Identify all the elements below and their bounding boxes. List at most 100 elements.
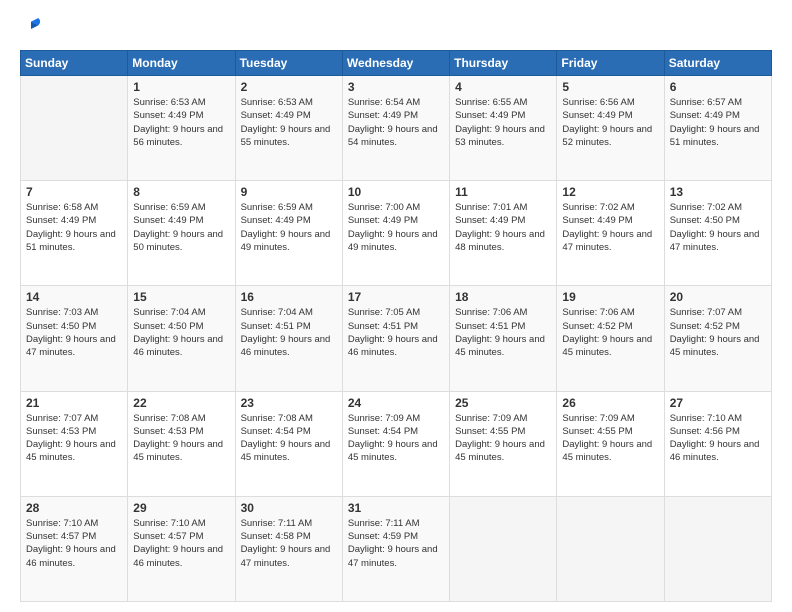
day-number: 6	[670, 80, 766, 94]
day-number: 24	[348, 396, 444, 410]
calendar-cell: 30 Sunrise: 7:11 AMSunset: 4:58 PMDayligh…	[235, 496, 342, 601]
day-info: Sunrise: 7:11 AMSunset: 4:58 PMDaylight:…	[241, 517, 337, 570]
day-info: Sunrise: 7:09 AMSunset: 4:54 PMDaylight:…	[348, 412, 444, 465]
day-number: 2	[241, 80, 337, 94]
calendar-cell: 23 Sunrise: 7:08 AMSunset: 4:54 PMDayligh…	[235, 391, 342, 496]
day-info: Sunrise: 7:07 AMSunset: 4:53 PMDaylight:…	[26, 412, 122, 465]
week-row-4: 21 Sunrise: 7:07 AMSunset: 4:53 PMDayligh…	[21, 391, 772, 496]
week-row-5: 28 Sunrise: 7:10 AMSunset: 4:57 PMDayligh…	[21, 496, 772, 601]
day-header-tuesday: Tuesday	[235, 51, 342, 76]
calendar-cell: 9 Sunrise: 6:59 AMSunset: 4:49 PMDaylight…	[235, 181, 342, 286]
day-number: 25	[455, 396, 551, 410]
day-info: Sunrise: 6:56 AMSunset: 4:49 PMDaylight:…	[562, 96, 658, 149]
day-number: 18	[455, 290, 551, 304]
calendar-cell	[450, 496, 557, 601]
day-info: Sunrise: 7:10 AMSunset: 4:56 PMDaylight:…	[670, 412, 766, 465]
day-info: Sunrise: 7:04 AMSunset: 4:51 PMDaylight:…	[241, 306, 337, 359]
calendar-cell: 15 Sunrise: 7:04 AMSunset: 4:50 PMDayligh…	[128, 286, 235, 391]
day-number: 15	[133, 290, 229, 304]
day-number: 1	[133, 80, 229, 94]
calendar-cell: 6 Sunrise: 6:57 AMSunset: 4:49 PMDaylight…	[664, 76, 771, 181]
day-info: Sunrise: 7:10 AMSunset: 4:57 PMDaylight:…	[133, 517, 229, 570]
day-number: 5	[562, 80, 658, 94]
day-number: 26	[562, 396, 658, 410]
day-number: 28	[26, 501, 122, 515]
day-info: Sunrise: 6:59 AMSunset: 4:49 PMDaylight:…	[241, 201, 337, 254]
day-number: 13	[670, 185, 766, 199]
calendar-cell: 16 Sunrise: 7:04 AMSunset: 4:51 PMDayligh…	[235, 286, 342, 391]
calendar-cell: 29 Sunrise: 7:10 AMSunset: 4:57 PMDayligh…	[128, 496, 235, 601]
day-number: 22	[133, 396, 229, 410]
calendar-cell: 2 Sunrise: 6:53 AMSunset: 4:49 PMDaylight…	[235, 76, 342, 181]
day-info: Sunrise: 7:02 AMSunset: 4:49 PMDaylight:…	[562, 201, 658, 254]
header	[20, 18, 772, 40]
calendar-cell: 19Sunrise: 7:06 AMSunset: 4:52 PMDayligh…	[557, 286, 664, 391]
day-info: Sunrise: 6:59 AMSunset: 4:49 PMDaylight:…	[133, 201, 229, 254]
day-info: Sunrise: 7:08 AMSunset: 4:53 PMDaylight:…	[133, 412, 229, 465]
day-header-monday: Monday	[128, 51, 235, 76]
day-info: Sunrise: 7:11 AMSunset: 4:59 PMDaylight:…	[348, 517, 444, 570]
calendar-cell: 25 Sunrise: 7:09 AMSunset: 4:55 PMDayligh…	[450, 391, 557, 496]
day-info: Sunrise: 7:01 AMSunset: 4:49 PMDaylight:…	[455, 201, 551, 254]
day-number: 14	[26, 290, 122, 304]
day-info: Sunrise: 6:55 AMSunset: 4:49 PMDaylight:…	[455, 96, 551, 149]
day-number: 11	[455, 185, 551, 199]
day-info: Sunrise: 6:57 AMSunset: 4:49 PMDaylight:…	[670, 96, 766, 149]
calendar-cell: 22 Sunrise: 7:08 AMSunset: 4:53 PMDayligh…	[128, 391, 235, 496]
calendar-cell: 28 Sunrise: 7:10 AMSunset: 4:57 PMDayligh…	[21, 496, 128, 601]
page: SundayMondayTuesdayWednesdayThursdayFrid…	[0, 0, 792, 612]
day-number: 9	[241, 185, 337, 199]
calendar-cell: 20 Sunrise: 7:07 AMSunset: 4:52 PMDayligh…	[664, 286, 771, 391]
calendar-table: SundayMondayTuesdayWednesdayThursdayFrid…	[20, 50, 772, 602]
day-number: 17	[348, 290, 444, 304]
calendar-cell: 8Sunrise: 6:59 AMSunset: 4:49 PMDaylight…	[128, 181, 235, 286]
logo	[20, 18, 44, 40]
calendar-cell: 4 Sunrise: 6:55 AMSunset: 4:49 PMDaylight…	[450, 76, 557, 181]
day-info: Sunrise: 7:09 AMSunset: 4:55 PMDaylight:…	[455, 412, 551, 465]
day-number: 10	[348, 185, 444, 199]
calendar-cell: 5 Sunrise: 6:56 AMSunset: 4:49 PMDaylight…	[557, 76, 664, 181]
week-row-3: 14Sunrise: 7:03 AMSunset: 4:50 PMDayligh…	[21, 286, 772, 391]
calendar-cell: 27 Sunrise: 7:10 AMSunset: 4:56 PMDayligh…	[664, 391, 771, 496]
day-header-sunday: Sunday	[21, 51, 128, 76]
day-info: Sunrise: 7:07 AMSunset: 4:52 PMDaylight:…	[670, 306, 766, 359]
calendar-cell: 3Sunrise: 6:54 AMSunset: 4:49 PMDaylight…	[342, 76, 449, 181]
day-number: 12	[562, 185, 658, 199]
day-info: Sunrise: 7:10 AMSunset: 4:57 PMDaylight:…	[26, 517, 122, 570]
day-info: Sunrise: 6:58 AMSunset: 4:49 PMDaylight:…	[26, 201, 122, 254]
day-number: 30	[241, 501, 337, 515]
day-number: 21	[26, 396, 122, 410]
day-info: Sunrise: 7:02 AMSunset: 4:50 PMDaylight:…	[670, 201, 766, 254]
calendar-cell: 17 Sunrise: 7:05 AMSunset: 4:51 PMDayligh…	[342, 286, 449, 391]
calendar-cell: 14Sunrise: 7:03 AMSunset: 4:50 PMDayligh…	[21, 286, 128, 391]
day-header-thursday: Thursday	[450, 51, 557, 76]
calendar-cell: 18Sunrise: 7:06 AMSunset: 4:51 PMDayligh…	[450, 286, 557, 391]
day-number: 27	[670, 396, 766, 410]
day-number: 19	[562, 290, 658, 304]
calendar-cell	[664, 496, 771, 601]
day-number: 7	[26, 185, 122, 199]
day-info: Sunrise: 7:05 AMSunset: 4:51 PMDaylight:…	[348, 306, 444, 359]
day-info: Sunrise: 7:04 AMSunset: 4:50 PMDaylight:…	[133, 306, 229, 359]
day-info: Sunrise: 7:00 AMSunset: 4:49 PMDaylight:…	[348, 201, 444, 254]
day-number: 4	[455, 80, 551, 94]
day-info: Sunrise: 7:08 AMSunset: 4:54 PMDaylight:…	[241, 412, 337, 465]
day-number: 20	[670, 290, 766, 304]
day-header-wednesday: Wednesday	[342, 51, 449, 76]
day-number: 29	[133, 501, 229, 515]
calendar-cell	[557, 496, 664, 601]
calendar-cell: 11 Sunrise: 7:01 AMSunset: 4:49 PMDayligh…	[450, 181, 557, 286]
calendar-cell	[21, 76, 128, 181]
day-header-friday: Friday	[557, 51, 664, 76]
calendar-cell: 26 Sunrise: 7:09 AMSunset: 4:55 PMDayligh…	[557, 391, 664, 496]
day-number: 16	[241, 290, 337, 304]
day-info: Sunrise: 6:53 AMSunset: 4:49 PMDaylight:…	[133, 96, 229, 149]
day-number: 23	[241, 396, 337, 410]
calendar-cell: 13 Sunrise: 7:02 AMSunset: 4:50 PMDayligh…	[664, 181, 771, 286]
day-info: Sunrise: 6:53 AMSunset: 4:49 PMDaylight:…	[241, 96, 337, 149]
day-info: Sunrise: 7:09 AMSunset: 4:55 PMDaylight:…	[562, 412, 658, 465]
week-row-2: 7 Sunrise: 6:58 AMSunset: 4:49 PMDaylight…	[21, 181, 772, 286]
calendar-cell: 10 Sunrise: 7:00 AMSunset: 4:49 PMDayligh…	[342, 181, 449, 286]
calendar-cell: 24 Sunrise: 7:09 AMSunset: 4:54 PMDayligh…	[342, 391, 449, 496]
calendar-cell: 7 Sunrise: 6:58 AMSunset: 4:49 PMDaylight…	[21, 181, 128, 286]
